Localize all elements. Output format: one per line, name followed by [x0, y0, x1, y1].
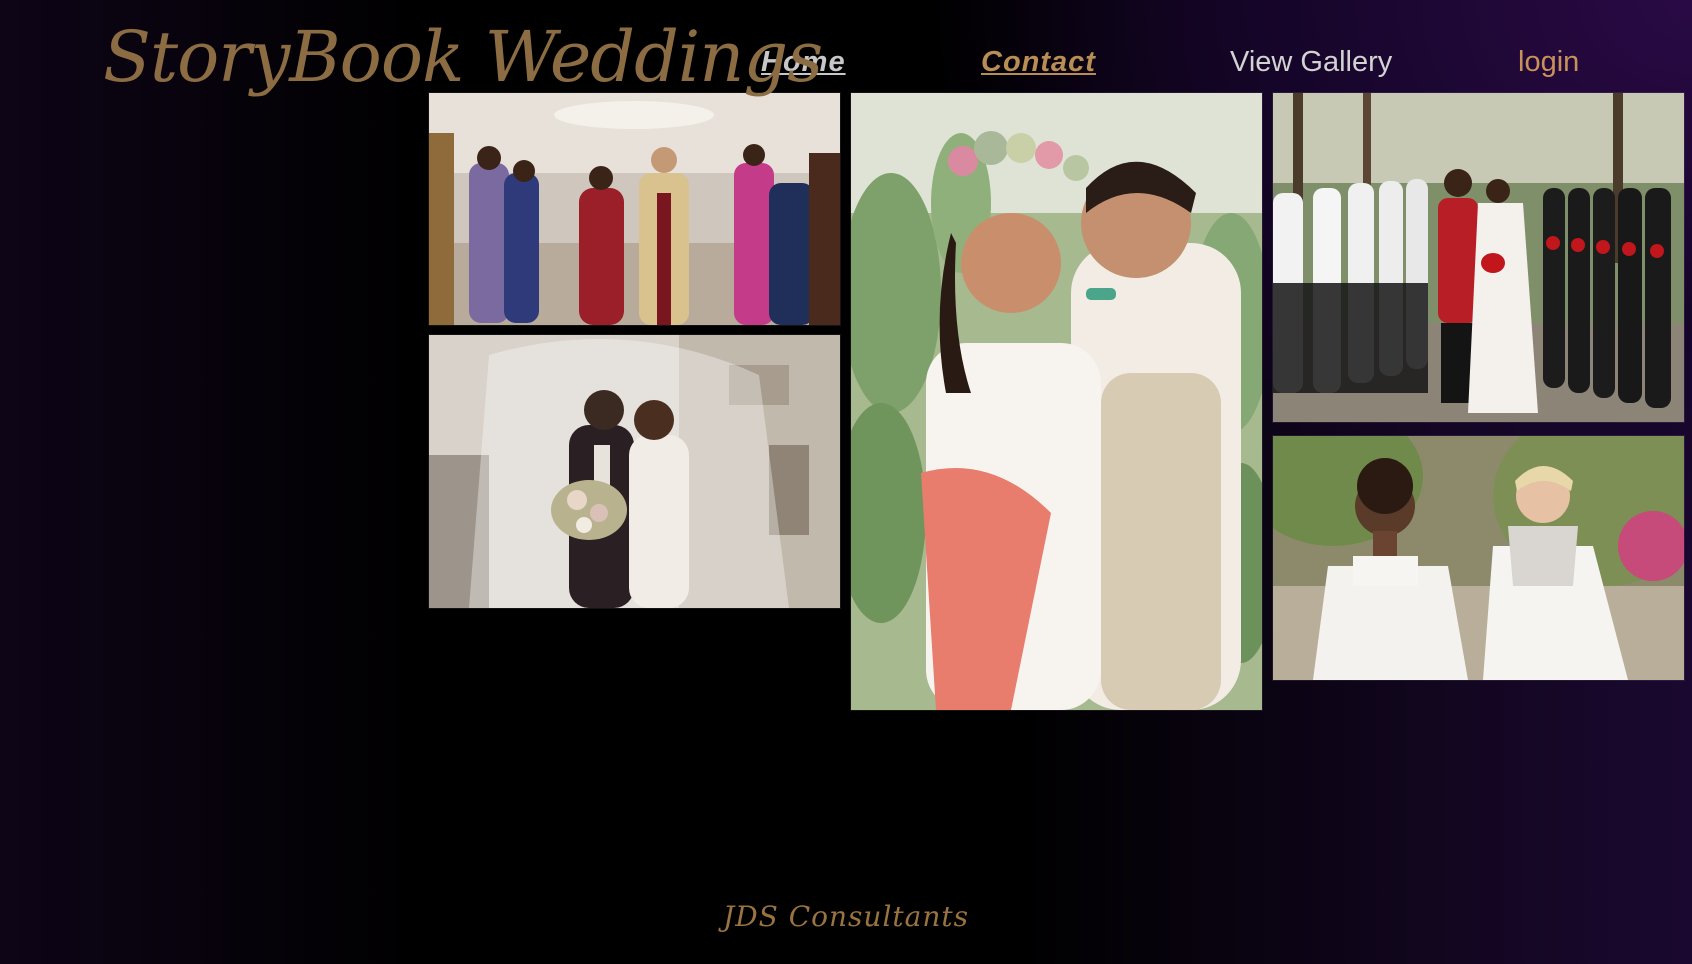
- nav-login-link[interactable]: login: [1518, 46, 1579, 79]
- two-brides-photo: [1272, 435, 1685, 681]
- indian-wedding-celebration-photo: [428, 92, 841, 326]
- nav-view-gallery-link[interactable]: View Gallery: [1230, 46, 1392, 79]
- nav-contact-link[interactable]: Contact: [981, 46, 1096, 79]
- footer-credit: JDS Consultants: [722, 900, 970, 933]
- site-title: StoryBook Weddings: [103, 16, 823, 98]
- floral-crown-couple-photo: [850, 92, 1263, 711]
- wedding-party-photo: [1272, 92, 1685, 423]
- veil-kiss-photo: [428, 334, 841, 609]
